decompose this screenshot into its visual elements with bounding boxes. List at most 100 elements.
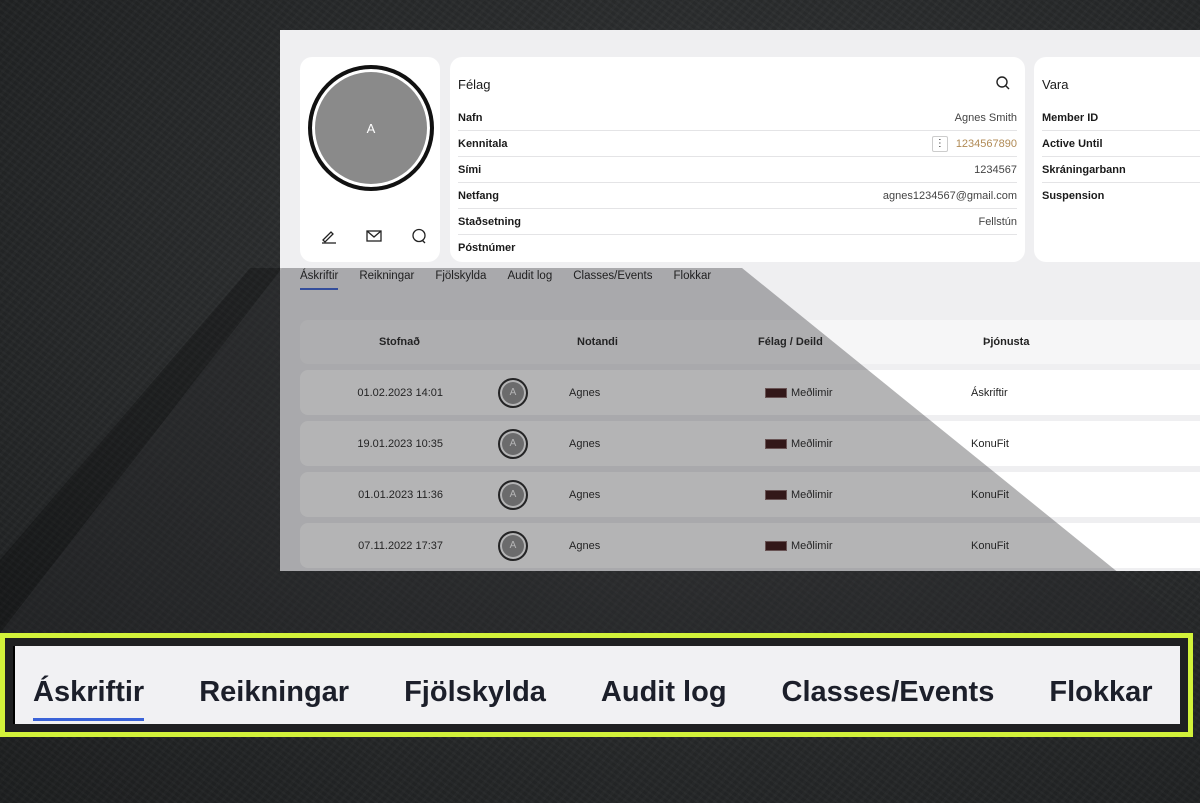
avatar: A [308,65,434,191]
edit-icon[interactable] [318,225,340,247]
felag-title: Félag [458,77,491,92]
zoom-tab-classes-events[interactable]: Classes/Events [782,676,995,721]
felag-card: Félag Nafn Agnes Smith Kennitala ⋮ 12345… [450,57,1025,262]
cell-user: Agnes [569,437,601,450]
avatar: A [498,530,528,561]
header-thjonusta[interactable]: Þjónusta [983,336,1133,348]
row-label: Staðsetning [458,215,521,228]
flag-icon [765,438,787,449]
table-row[interactable]: 01.01.2023 11:36 A Agnes Meðlimir KonuFit [300,472,1200,517]
zoom-tab-fjolskylda[interactable]: Fjölskylda [404,676,546,721]
tab-askriftir[interactable]: Áskriftir [300,270,339,290]
row-member-id: Member ID [1042,105,1200,131]
row-label: Póstnúmer [458,241,516,254]
row-value: agnes1234567@gmail.com [882,189,1017,202]
cell-felag: Meðlimir [739,387,961,399]
felag-label: Meðlimir [791,539,833,552]
row-label: Netfang [458,189,499,202]
header-stofnad[interactable]: Stofnað [300,336,420,348]
row-value: Agnes Smith [954,111,1017,124]
cell-user: Agnes [569,488,601,501]
row-label: Nafn [458,111,483,124]
cell-avatar: A [483,530,543,561]
row-skraningarbann: Skráningarbann [1042,157,1200,183]
row-nafn: Nafn Agnes Smith [458,105,1017,131]
header-felag-deild[interactable]: Félag / Deild [758,336,983,348]
row-simi: Sími 1234567 [458,157,1017,183]
flag-icon [765,387,787,398]
app-screenshot: A Félag Nafn Agnes Smith Kennitala ⋮ 123… [280,30,1200,571]
felag-label: Meðlimir [791,488,833,501]
vara-card: Vara Member ID Active Until Skráningarba… [1034,57,1200,262]
row-label: Suspension [1042,189,1105,202]
row-postnumer: Póstnúmer [458,235,1017,260]
tab-fjolskylda[interactable]: Fjölskylda [435,270,486,290]
cell-date: 07.11.2022 17:37 [358,539,443,552]
row-label: Active Until [1042,137,1103,150]
cell-avatar: A [483,479,543,510]
avatar: A [498,428,528,459]
row-label: Skráningarbann [1042,163,1126,176]
header-notandi[interactable]: Notandi [420,336,782,348]
cell-date: 01.02.2023 14:01 [357,386,443,399]
search-icon[interactable] [995,75,1013,93]
more-options-icon[interactable]: ⋮ [931,135,948,152]
cell-service: Áskriftir [971,386,1008,399]
cell-user: Agnes [569,386,601,399]
zoom-tab-audit-log[interactable]: Audit log [601,676,727,721]
avatar: A [498,377,528,408]
profile-card: A [300,57,440,262]
zoom-tab-askriftir[interactable]: Áskriftir [33,676,145,721]
table-header: Stofnað Notandi Félag / Deild Þjónusta [300,320,1200,364]
row-value: Fellstún [978,215,1017,228]
felag-rows: Nafn Agnes Smith Kennitala ⋮ 1234567890 … [458,105,1017,260]
cell-user: Agnes [569,539,601,552]
cell-service: KonuFit [971,488,1009,501]
zoomed-tab-bar: Áskriftir Reikningar Fjölskylda Audit lo… [0,633,1193,737]
table-row[interactable]: 19.01.2023 10:35 A Agnes Meðlimir KonuFit [300,421,1200,466]
row-label: Sími [458,163,482,176]
zoom-tab-flokkar[interactable]: Flokkar [1049,676,1152,721]
tab-flokkar[interactable]: Flokkar [674,270,712,290]
subscriptions-table: Stofnað Notandi Félag / Deild Þjónusta 0… [300,320,1200,571]
felag-label: Meðlimir [791,437,833,450]
cell-avatar: A [483,377,543,408]
zoomed-tab-bar-inner: Áskriftir Reikningar Fjölskylda Audit lo… [13,646,1180,724]
row-label: Kennitala [458,137,508,150]
row-netfang: Netfang agnes1234567@gmail.com [458,183,1017,209]
mail-icon[interactable] [363,225,385,247]
row-kennitala: Kennitala ⋮ 1234567890 [458,131,1017,157]
row-suspension: Suspension [1042,183,1200,208]
cell-felag: Meðlimir [739,489,961,501]
cell-service: KonuFit [971,539,1009,552]
table-row[interactable]: 01.02.2023 14:01 A Agnes Meðlimir Áskriftir [300,370,1200,415]
row-label: Member ID [1042,111,1099,124]
flag-icon [765,489,787,500]
zoomed-tabs: Áskriftir Reikningar Fjölskylda Audit lo… [33,676,1153,721]
table-body: 01.02.2023 14:01 A Agnes Meðlimir Áskriftir 1… [300,370,1200,568]
zoom-tab-reikningar[interactable]: Reikningar [199,676,349,721]
felag-label: Meðlimir [791,386,833,399]
row-value: 1234567 [974,163,1017,176]
cell-felag: Meðlimir [739,438,961,450]
table-row[interactable]: 07.11.2022 17:37 A Agnes Meðlimir KonuFit [300,523,1200,568]
tab-classes-events[interactable]: Classes/Events [573,270,652,290]
kennitala-value[interactable]: 1234567890 [956,138,1017,150]
tab-bar: Áskriftir Reikningar Fjölskylda Audit lo… [300,270,711,290]
vara-title: Vara [1042,77,1069,92]
flag-icon [765,540,787,551]
row-stadsetning: Staðsetning Fellstún [458,209,1017,235]
avatar: A [498,479,528,510]
cell-date: 19.01.2023 10:35 [357,437,443,450]
row-active-until: Active Until [1042,131,1200,157]
chat-icon[interactable] [408,225,430,247]
cell-avatar: A [483,428,543,459]
cell-service: KonuFit [971,437,1009,450]
tab-audit-log[interactable]: Audit log [507,270,552,290]
cell-date: 01.01.2023 11:36 [358,488,443,501]
cell-felag: Meðlimir [739,540,961,552]
kennitala-value-group: ⋮ 1234567890 [931,135,1017,152]
vara-rows: Member ID Active Until Skráningarbann Su… [1042,105,1200,208]
tab-reikningar[interactable]: Reikningar [359,270,414,290]
profile-actions [318,225,430,249]
